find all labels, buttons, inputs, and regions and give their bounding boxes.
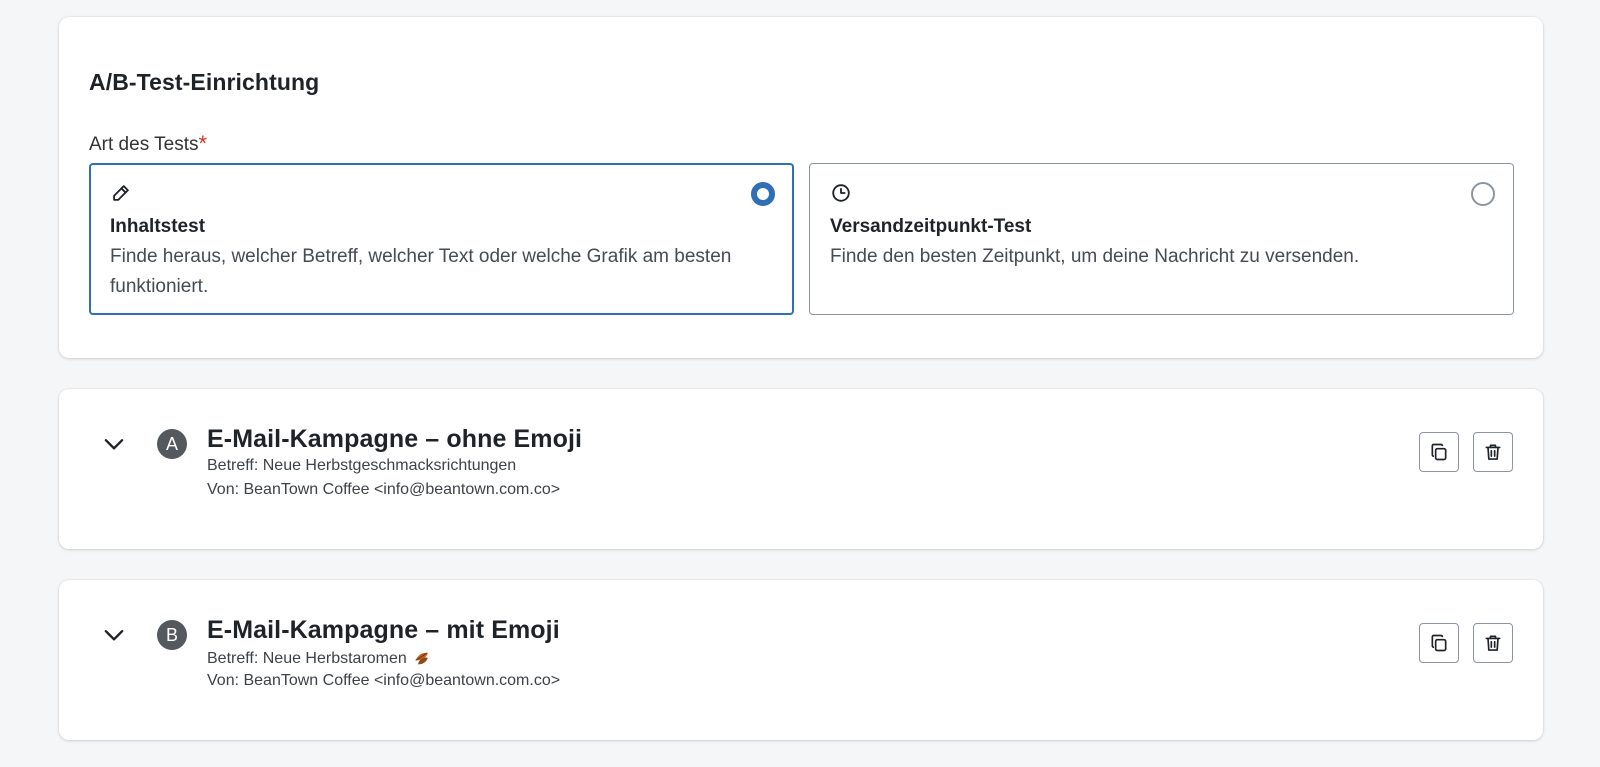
- variant-card-b: B E-Mail-Kampagne – mit Emoji Betreff: N…: [59, 580, 1543, 740]
- section-title: A/B-Test-Einrichtung: [89, 69, 320, 95]
- variant-sender: Von: BeanTown Coffee <info@beantown.com.…: [207, 481, 561, 498]
- option-send-time-test[interactable]: Versandzeitpunkt-Test Finde den besten Z…: [809, 163, 1514, 315]
- leaves-icon: [415, 652, 429, 665]
- trash-icon: [1485, 444, 1501, 460]
- trash-icon: [1485, 635, 1501, 651]
- variant-title: E-Mail-Kampagne – ohne Emoji: [207, 425, 583, 453]
- test-type-label: Art des Tests*: [89, 130, 207, 156]
- radio-unselected[interactable]: [1471, 182, 1495, 206]
- delete-button[interactable]: [1473, 432, 1513, 472]
- variant-card-a: A E-Mail-Kampagne – ohne Emoji Betreff: …: [59, 389, 1543, 549]
- pencil-icon: [113, 185, 129, 201]
- delete-button[interactable]: [1473, 623, 1513, 663]
- option-title: Inhaltstest: [110, 216, 206, 237]
- clock-icon: [832, 184, 850, 202]
- variant-subject: Betreff: Neue Herbstaromen: [207, 648, 433, 668]
- variant-letter-badge: A: [157, 429, 187, 459]
- chevron-down-icon[interactable]: [101, 622, 127, 648]
- variant-letter-badge: B: [157, 620, 187, 650]
- variant-subject-text: Betreff: Neue Herbstaromen: [207, 650, 407, 667]
- variant-row: B E-Mail-Kampagne – mit Emoji Betreff: N…: [59, 580, 1543, 740]
- option-title: Versandzeitpunkt-Test: [830, 216, 1032, 237]
- ab-test-setup-card: A/B-Test-Einrichtung Art des Tests* Inha…: [59, 17, 1543, 358]
- copy-icon: [1431, 634, 1447, 652]
- option-description: Finde den besten Zeitpunkt, um deine Nac…: [830, 246, 1360, 267]
- variant-row: A E-Mail-Kampagne – ohne Emoji Betreff: …: [59, 389, 1543, 549]
- variant-subject: Betreff: Neue Herbstgeschmacksrichtungen: [207, 457, 517, 474]
- chevron-down-icon[interactable]: [101, 431, 127, 457]
- copy-icon: [1431, 443, 1447, 461]
- radio-selected[interactable]: [751, 182, 775, 206]
- option-content-test[interactable]: Inhaltstest Finde heraus, welcher Betref…: [89, 163, 794, 315]
- required-asterisk: *: [198, 131, 208, 156]
- variant-title: E-Mail-Kampagne – mit Emoji: [207, 616, 560, 644]
- test-type-label-text: Art des Tests: [89, 134, 199, 155]
- duplicate-button[interactable]: [1419, 623, 1459, 663]
- variant-sender: Von: BeanTown Coffee <info@beantown.com.…: [207, 672, 561, 689]
- option-description: Finde heraus, welcher Betreff, welcher T…: [110, 246, 732, 297]
- duplicate-button[interactable]: [1419, 432, 1459, 472]
